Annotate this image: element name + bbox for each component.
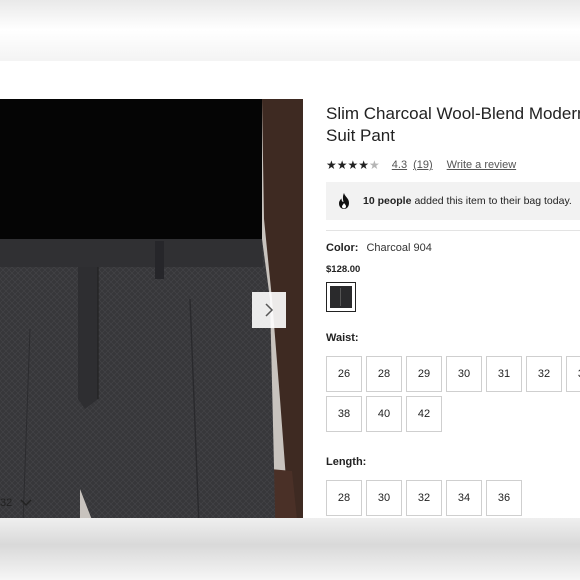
promo-text: added this item to their bag today.: [414, 195, 572, 207]
chevron-right-icon: [265, 303, 274, 317]
waist-size-28[interactable]: 28: [366, 356, 402, 392]
waist-size-29[interactable]: 29: [406, 356, 442, 392]
color-label: Color:: [326, 242, 359, 254]
product-image[interactable]: [0, 99, 303, 518]
color-swatch-charcoal[interactable]: [326, 282, 356, 312]
image-selector[interactable]: 32: [0, 497, 32, 509]
length-size-36[interactable]: 36: [486, 480, 522, 516]
length-size-30[interactable]: 30: [366, 480, 402, 516]
waist-size-26[interactable]: 26: [326, 356, 362, 392]
waist-size-42[interactable]: 42: [406, 396, 442, 432]
waist-size-36[interactable]: 36: [566, 356, 580, 392]
fire-icon: [339, 193, 349, 209]
color-value: Charcoal 904: [366, 242, 432, 254]
product-title: Slim Charcoal Wool-Blend Modern Suit Pan…: [326, 103, 580, 147]
image-selector-value: 32: [0, 497, 13, 509]
product-title-line2: Suit Pant: [326, 126, 395, 145]
swatch-fill: [330, 286, 352, 308]
chevron-down-icon: [20, 499, 32, 507]
waist-size-40[interactable]: 40: [366, 396, 402, 432]
waist-size-38[interactable]: 38: [326, 396, 362, 432]
promo-count: 10 people: [363, 195, 412, 207]
divider: [326, 230, 580, 231]
write-review-link[interactable]: Write a review: [447, 159, 516, 171]
price: $128.00: [326, 264, 361, 275]
social-proof-banner: 10 people added this item to their bag t…: [326, 182, 580, 220]
rating-row: ★★★★★ 4.3 (19) Write a review: [326, 158, 580, 172]
waist-label: Waist:: [326, 332, 359, 344]
product-card: 32 Slim Charcoal Wool-Blend Modern Suit …: [0, 61, 580, 518]
product-title-line1: Slim Charcoal Wool-Blend Modern: [326, 104, 580, 123]
color-row: Color: Charcoal 904: [326, 242, 580, 254]
waist-size-grid: 26282930313236 384042: [326, 356, 580, 432]
waist-size-32[interactable]: 32: [526, 356, 562, 392]
next-image-button[interactable]: [252, 292, 286, 328]
length-size-34[interactable]: 34: [446, 480, 482, 516]
waist-size-31[interactable]: 31: [486, 356, 522, 392]
length-size-32[interactable]: 32: [406, 480, 442, 516]
rating-value-link[interactable]: 4.3: [392, 159, 407, 171]
length-label: Length:: [326, 456, 367, 468]
product-details: Slim Charcoal Wool-Blend Modern Suit Pan…: [326, 103, 580, 516]
waist-size-30[interactable]: 30: [446, 356, 482, 392]
length-size-grid: 28 30 32 34 36: [326, 480, 580, 516]
star-rating-icon: ★★★★★: [326, 158, 380, 172]
rating-count-link[interactable]: (19): [413, 159, 433, 171]
length-size-28[interactable]: 28: [326, 480, 362, 516]
